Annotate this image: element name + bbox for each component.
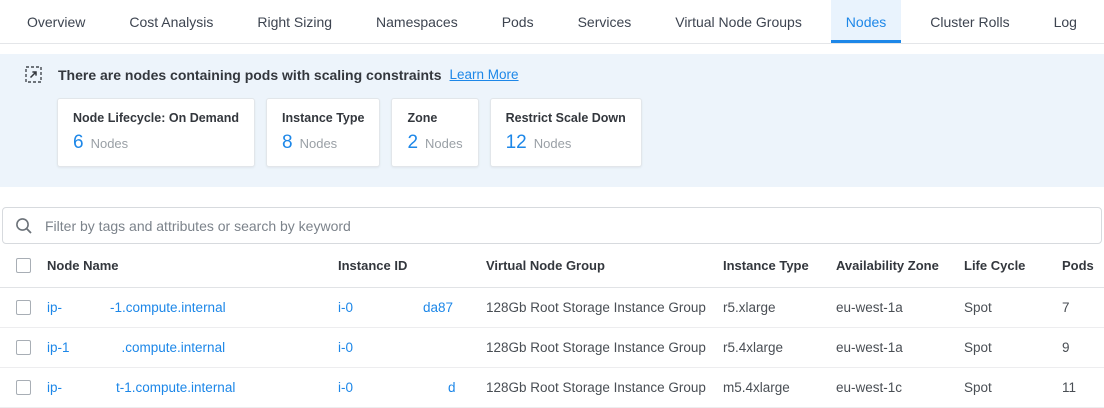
virtual-node-group-cell: 128Gb Root Storage Instance Group: [486, 300, 723, 315]
pods-cell: 7: [1062, 300, 1104, 315]
card-count: 2: [407, 132, 418, 154]
tab-cluster-rolls[interactable]: Cluster Rolls: [915, 0, 1024, 43]
instance-id-link[interactable]: da87: [423, 300, 453, 315]
col-instance-id[interactable]: Instance ID: [338, 258, 486, 273]
filter-input[interactable]: [43, 217, 1089, 235]
col-pods[interactable]: Pods: [1062, 258, 1104, 273]
tab-cost-analysis[interactable]: Cost Analysis: [114, 0, 228, 43]
table-header: Node Name Instance ID Virtual Node Group…: [0, 244, 1104, 288]
tab-overview[interactable]: Overview: [12, 0, 100, 43]
col-node-name[interactable]: Node Name: [47, 258, 338, 273]
tab-services[interactable]: Services: [563, 0, 647, 43]
card-restrict-scale-down[interactable]: Restrict Scale Down 12 Nodes: [490, 98, 642, 167]
card-label: Instance Type: [282, 111, 364, 125]
virtual-node-group-cell: 128Gb Root Storage Instance Group: [486, 340, 723, 355]
availability-zone-cell: eu-west-1a: [836, 300, 964, 315]
instance-type-cell: r5.xlarge: [723, 300, 836, 315]
redacted-gap: [353, 388, 448, 389]
node-name-link[interactable]: ip-: [47, 380, 62, 395]
node-name-link[interactable]: .compute.internal: [122, 340, 226, 355]
banner-message: There are nodes containing pods with sca…: [58, 67, 442, 83]
card-zone[interactable]: Zone 2 Nodes: [391, 98, 478, 167]
card-count: 6: [73, 132, 84, 154]
col-instance-type[interactable]: Instance Type: [723, 258, 836, 273]
tab-nodes[interactable]: Nodes: [831, 0, 901, 43]
col-availability-zone[interactable]: Availability Zone: [836, 258, 964, 273]
tab-log[interactable]: Log: [1039, 0, 1092, 43]
col-life-cycle[interactable]: Life Cycle: [964, 258, 1062, 273]
instance-id-link[interactable]: d: [448, 380, 456, 395]
life-cycle-cell: Spot: [964, 380, 1062, 395]
card-label: Node Lifecycle: On Demand: [73, 111, 239, 125]
scaling-constraints-banner: There are nodes containing pods with sca…: [0, 54, 1104, 187]
instance-type-cell: m5.4xlarge: [723, 380, 836, 395]
table-row: ip- -1.compute.internal i-0 da87 128Gb Roo…: [0, 288, 1104, 328]
card-count: 8: [282, 132, 293, 154]
search-icon: [15, 217, 33, 235]
card-count: 12: [506, 132, 527, 154]
node-name-link[interactable]: -1.compute.internal: [110, 300, 226, 315]
node-name-link[interactable]: ip-: [47, 300, 62, 315]
card-node-lifecycle[interactable]: Node Lifecycle: On Demand 6 Nodes: [57, 98, 255, 167]
instance-id-link[interactable]: i-0: [338, 340, 353, 355]
row-checkbox[interactable]: [16, 340, 31, 355]
life-cycle-cell: Spot: [964, 300, 1062, 315]
node-name-link[interactable]: ip-1: [47, 340, 70, 355]
redacted-gap: [353, 308, 423, 309]
row-checkbox[interactable]: [16, 300, 31, 315]
card-label: Zone: [407, 111, 462, 125]
filter-bar: [2, 207, 1102, 244]
card-unit: Nodes: [425, 136, 463, 151]
tab-bar: Overview Cost Analysis Right Sizing Name…: [0, 0, 1104, 44]
table-row: ip-1 .compute.internal i-0 128Gb Root Sto…: [0, 328, 1104, 368]
instance-id-link[interactable]: i-0: [338, 380, 353, 395]
constraint-cards: Node Lifecycle: On Demand 6 Nodes Instan…: [0, 83, 1104, 167]
select-all-checkbox[interactable]: [16, 258, 31, 273]
pods-cell: 9: [1062, 340, 1104, 355]
scale-up-icon: [25, 66, 42, 83]
tab-pods[interactable]: Pods: [487, 0, 549, 43]
instance-id-link[interactable]: i-0: [338, 300, 353, 315]
card-unit: Nodes: [300, 136, 338, 151]
pods-cell: 11: [1062, 380, 1104, 395]
learn-more-link[interactable]: Learn More: [450, 67, 519, 82]
tab-virtual-node-groups[interactable]: Virtual Node Groups: [660, 0, 817, 43]
virtual-node-group-cell: 128Gb Root Storage Instance Group: [486, 380, 723, 395]
tab-right-sizing[interactable]: Right Sizing: [242, 0, 347, 43]
availability-zone-cell: eu-west-1c: [836, 380, 964, 395]
card-unit: Nodes: [91, 136, 129, 151]
life-cycle-cell: Spot: [964, 340, 1062, 355]
instance-type-cell: r5.4xlarge: [723, 340, 836, 355]
redacted-gap: [70, 348, 122, 349]
col-virtual-node-group[interactable]: Virtual Node Group: [486, 258, 723, 273]
redacted-gap: [62, 308, 110, 309]
table-row: ip-t-1.compute.internal i-0 d 128Gb Root …: [0, 368, 1104, 408]
card-instance-type[interactable]: Instance Type 8 Nodes: [266, 98, 380, 167]
node-name-link[interactable]: t-1.compute.internal: [116, 380, 235, 395]
card-unit: Nodes: [534, 136, 572, 151]
redacted-gap: [62, 388, 116, 389]
card-label: Restrict Scale Down: [506, 111, 626, 125]
row-checkbox[interactable]: [16, 380, 31, 395]
availability-zone-cell: eu-west-1a: [836, 340, 964, 355]
tab-namespaces[interactable]: Namespaces: [361, 0, 473, 43]
